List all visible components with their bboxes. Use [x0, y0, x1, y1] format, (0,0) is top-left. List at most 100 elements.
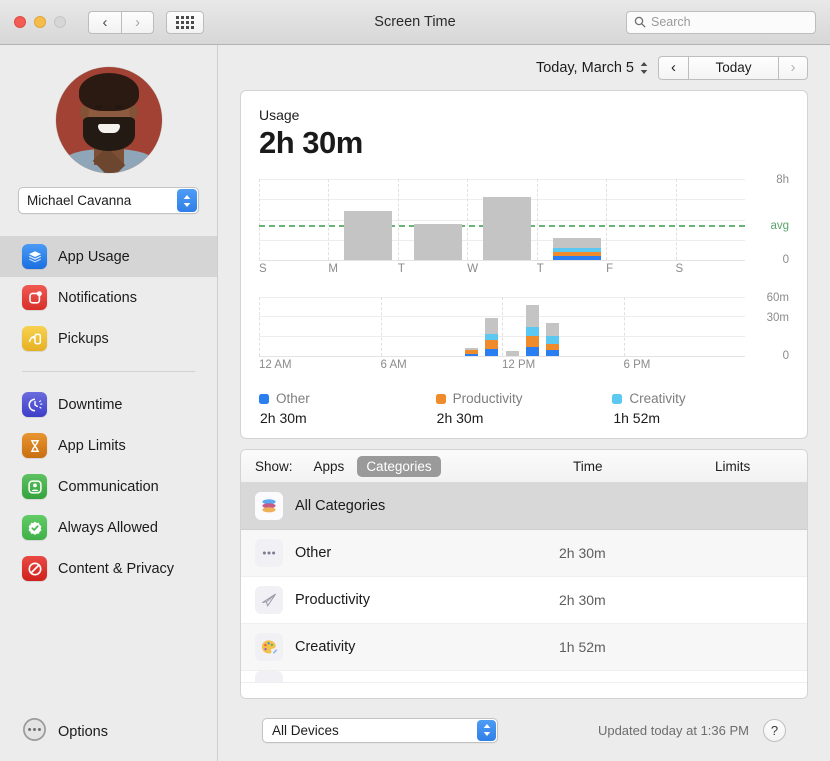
sidebar-item-label: Downtime	[58, 396, 123, 413]
previous-day-button[interactable]: ‹	[658, 55, 688, 80]
legend-item-productivity: Productivity 2h 30m	[435, 391, 613, 426]
table-row[interactable]: Other 2h 30m	[241, 530, 807, 577]
tab-apps[interactable]: Apps	[305, 456, 354, 477]
hourly-y-axis: 60m 30m 0	[749, 292, 789, 377]
date-range-selector[interactable]: Today, March 5	[536, 60, 648, 76]
sidebar-item-label: Always Allowed	[58, 519, 158, 536]
sidebar-item-app-usage[interactable]: App Usage	[0, 236, 217, 277]
up-down-chevron-icon[interactable]	[477, 719, 496, 741]
row-time: 2h 30m	[559, 545, 606, 561]
nav-button-group: ‹ ›	[88, 10, 154, 34]
forward-button[interactable]: ›	[121, 10, 154, 34]
weekly-bar	[552, 238, 601, 260]
show-label: Show:	[255, 458, 293, 474]
y-tick-label: 8h	[776, 174, 789, 186]
grid-apps-icon	[176, 15, 194, 29]
row-time: 2h 30m	[559, 592, 606, 608]
row-time: 1h 52m	[559, 639, 606, 655]
legend-swatch	[612, 393, 623, 404]
close-button[interactable]	[14, 16, 26, 28]
weekly-bars	[259, 179, 745, 260]
x-tick-label: S	[675, 263, 684, 275]
sidebar-item-app-limits[interactable]: App Limits	[0, 425, 217, 466]
tab-categories[interactable]: Categories	[357, 455, 441, 477]
palette-icon	[255, 633, 283, 661]
up-down-chevron-icon	[640, 61, 648, 74]
sidebar-item-notifications[interactable]: Notifications	[0, 277, 217, 318]
x-tick-label: S	[259, 263, 267, 275]
options-label: Options	[58, 724, 108, 740]
sidebar-item-label: Communication	[58, 478, 159, 495]
weekly-bar-slot	[606, 179, 675, 260]
pickups-icon	[22, 326, 47, 351]
x-tick-label: 12 PM	[502, 359, 536, 371]
x-tick-label: T	[397, 263, 405, 275]
table-row[interactable]: Creativity 1h 52m	[241, 624, 807, 671]
hourly-bar-slot	[462, 297, 482, 356]
x-tick-label: 12 AM	[259, 359, 292, 371]
search-box[interactable]	[626, 10, 816, 34]
x-tick-label: 6 AM	[380, 359, 407, 371]
hourly-bar	[485, 318, 499, 356]
weekly-bar-slot	[467, 179, 536, 260]
weekly-bar-slot	[398, 179, 467, 260]
table-row[interactable]: Productivity 2h 30m	[241, 577, 807, 624]
sidebar-item-content-privacy[interactable]: Content & Privacy	[0, 548, 217, 589]
legend-value: 1h 52m	[613, 410, 661, 426]
sidebar-item-downtime[interactable]: Downtime	[0, 384, 217, 425]
y-tick-label: 0	[782, 254, 789, 266]
ellipsis-icon	[255, 539, 283, 567]
weekly-bar	[483, 197, 532, 260]
y-tick-label-avg: avg	[770, 220, 789, 232]
search-input[interactable]	[651, 15, 808, 29]
y-tick-label: 0	[782, 350, 789, 362]
zoom-button[interactable]	[54, 16, 66, 28]
user-select[interactable]: Michael Cavanna	[18, 187, 199, 214]
options-button[interactable]: Options	[0, 717, 217, 747]
x-tick-label: 6 PM	[623, 359, 651, 371]
screen-time-window: ‹ › Screen Time Search Michael Cavanna A…	[0, 0, 830, 761]
sidebar-item-always-allowed[interactable]: Always Allowed	[0, 507, 217, 548]
back-button[interactable]: ‹	[88, 10, 121, 34]
column-header-time: Time	[573, 458, 603, 474]
check-seal-icon	[22, 515, 47, 540]
help-button[interactable]: ?	[763, 718, 786, 742]
usage-card: Usage 2h 30m S M T W T F S 8h avg 0 12 A…	[240, 90, 808, 439]
weekly-bar-slot	[676, 179, 745, 260]
next-day-button[interactable]: ›	[778, 55, 808, 80]
scroll-area: Usage 2h 30m S M T W T F S 8h avg 0 12 A…	[218, 90, 830, 761]
usage-total: 2h 30m	[259, 125, 363, 160]
x-tick-label: T	[536, 263, 544, 275]
table-row-partial[interactable]	[241, 671, 807, 683]
date-stepper-group: ‹ Today ›	[658, 55, 808, 80]
sidebar: Michael Cavanna App Usage Notifications …	[0, 45, 218, 761]
content-pane: Today, March 5 ‹ Today › Usage 2h 30m S …	[218, 45, 830, 761]
legend-value: 2h 30m	[436, 410, 484, 426]
y-tick-label: 30m	[766, 312, 789, 324]
weekly-bar-slot	[537, 179, 606, 260]
device-filter-select[interactable]: All Devices	[262, 717, 498, 743]
traffic-lights	[14, 16, 66, 28]
legend-label: Other	[276, 391, 310, 406]
x-tick-label: W	[467, 263, 479, 275]
device-filter-value: All Devices	[272, 722, 339, 738]
x-tick-label: F	[606, 263, 614, 275]
person-circle-icon	[22, 474, 47, 499]
user-avatar	[55, 67, 162, 173]
today-button[interactable]: Today	[688, 55, 778, 80]
hourglass-icon	[22, 433, 47, 458]
up-down-chevron-icon[interactable]	[177, 189, 197, 212]
hourly-bar-slot	[502, 297, 522, 356]
minimize-button[interactable]	[34, 16, 46, 28]
sidebar-item-pickups[interactable]: Pickups	[0, 318, 217, 359]
hourly-bar-slot	[522, 297, 542, 356]
show-all-preferences-button[interactable]	[166, 10, 204, 34]
categories-list-card: Show: Apps Categories Time Limits All Ca…	[240, 449, 808, 699]
sidebar-item-communication[interactable]: Communication	[0, 466, 217, 507]
table-row[interactable]: All Categories	[241, 483, 807, 530]
hourly-bar	[525, 305, 539, 356]
search-icon	[634, 16, 646, 28]
sidebar-group-limits: Downtime App Limits Communication Always…	[0, 384, 217, 589]
sidebar-nav: App Usage Notifications Pickups Downtime…	[0, 236, 217, 589]
weekly-bar	[413, 224, 462, 260]
